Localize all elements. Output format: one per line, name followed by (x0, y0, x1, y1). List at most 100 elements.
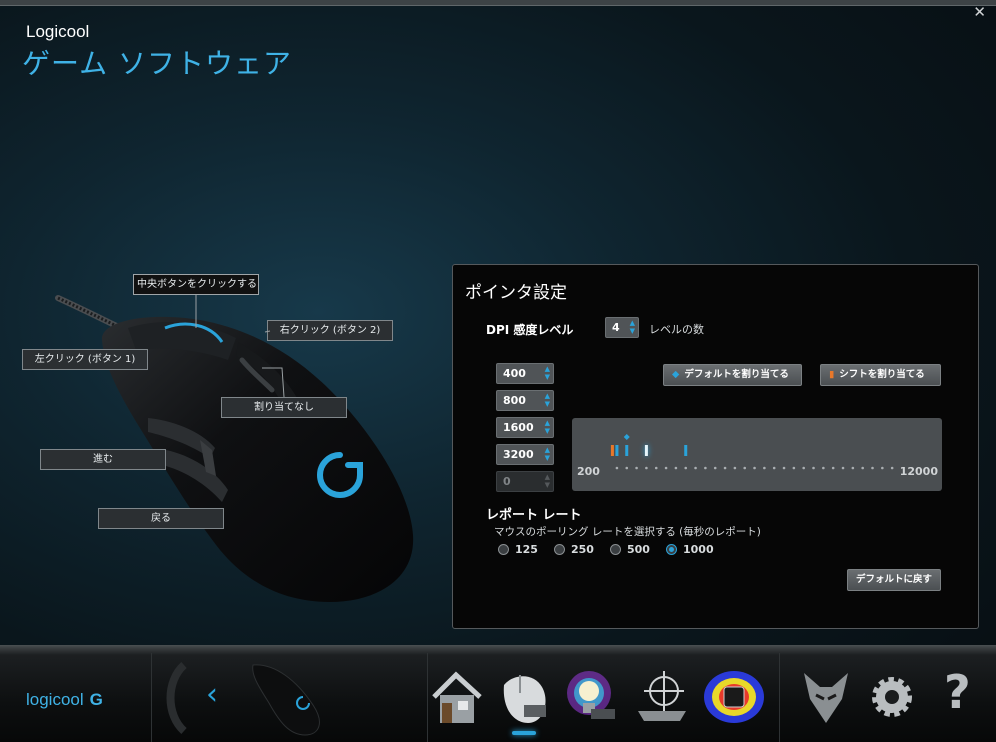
slider-tick (802, 466, 805, 470)
slider-tick (831, 466, 835, 470)
assign-default-label: デフォルトを割り当てる (684, 369, 789, 380)
slider-tick (753, 466, 756, 470)
slider-tick (861, 466, 864, 470)
slider-tick (733, 466, 737, 470)
report-rate-label: 1000 (683, 543, 714, 556)
default-dpi-marker (623, 434, 630, 440)
pointer-settings-icon[interactable] (494, 665, 554, 729)
report-rate-label: 250 (571, 543, 594, 556)
stepper-arrows-icon: ▲ ▼ (544, 419, 550, 435)
slider-tick (812, 466, 815, 470)
slider-tick (704, 466, 707, 470)
dpi-level-marker[interactable] (684, 445, 688, 456)
report-rate-option[interactable]: 125 (498, 543, 538, 556)
slider-tick (713, 466, 717, 470)
dpi-slider-track[interactable] (572, 418, 942, 491)
slider-tick (743, 466, 747, 470)
radio-icon[interactable] (610, 544, 621, 555)
shift-dpi-marker[interactable] (610, 445, 614, 456)
pointer-settings-panel: ポインタ設定 DPI 感度レベル 4 ▲ ▼ レベルの数 400 ▲ ▼ 800 ▲ ▼ 16… (452, 264, 979, 629)
panel-title: ポインタ設定 (465, 283, 567, 303)
radio-icon[interactable] (666, 544, 677, 555)
radio-icon[interactable] (498, 544, 509, 555)
dpi-level-marker[interactable] (615, 445, 619, 456)
slider-tick (664, 466, 668, 470)
radio-icon[interactable] (554, 544, 565, 555)
slider-tick (694, 466, 697, 470)
report-rate-option[interactable]: 500 (610, 543, 650, 556)
home-icon[interactable] (428, 665, 488, 729)
dpi-level-value: 400 (503, 367, 526, 380)
default-marker-icon: ◆ (672, 369, 680, 380)
slider-tick (890, 466, 894, 470)
dpi-level-stepper[interactable]: 3200 ▲ ▼ (496, 444, 554, 465)
slider-tick (841, 466, 845, 470)
stepper-arrows-icon: ▲ ▼ (544, 473, 550, 489)
stepper-arrows-icon: ▲ ▼ (544, 365, 550, 381)
report-rate-option[interactable]: 1000 (666, 543, 714, 556)
slider-tick (723, 466, 727, 470)
dpi-level-stepper[interactable]: 0 ▲ ▼ (496, 471, 554, 492)
slider-tick (674, 466, 678, 470)
active-tab-indicator (512, 731, 536, 735)
slider-tick (881, 466, 884, 470)
slider-tick (851, 466, 855, 470)
dpi-level-value: 0 (503, 475, 511, 488)
dpi-level-stepper[interactable]: 800 ▲ ▼ (496, 390, 554, 411)
dpi-level-stepper[interactable]: 1600 ▲ ▼ (496, 417, 554, 438)
dpi-level-marker[interactable] (625, 445, 629, 456)
dpi-level-value: 800 (503, 394, 526, 407)
slider-tick (654, 466, 658, 470)
slider-tick (625, 466, 629, 470)
dpi-level-marker[interactable] (644, 445, 648, 456)
brand-label: Logicool (26, 22, 90, 41)
slider-tick (684, 466, 688, 470)
dpi-sensitivity-label: DPI 感度レベル (486, 323, 574, 337)
level-count-value: 4 (612, 321, 620, 334)
help-icon[interactable]: ? (944, 665, 971, 719)
stepper-arrows-icon: ▲ ▼ (544, 392, 550, 408)
callout-lines (195, 295, 285, 398)
slider-tick (871, 466, 874, 470)
heatmap-icon[interactable] (704, 665, 764, 729)
previous-device-icon[interactable]: ‹ (206, 677, 218, 712)
slider-tick (792, 466, 796, 470)
level-count-stepper[interactable]: 4 ▲ ▼ (605, 317, 639, 338)
report-rate-label: 125 (515, 543, 538, 556)
shift-marker-icon: ▮ (829, 369, 835, 380)
report-rate-subtitle: マウスのポーリング レートを選択する (毎秒のレポート) (494, 526, 761, 538)
window-top-border (0, 0, 996, 6)
assign-shift-button[interactable]: ▮ シフトを割り当てる (820, 364, 941, 386)
device-carousel-prev-shadow (166, 662, 187, 734)
report-rate-title: レポート レート (486, 508, 582, 523)
slider-tick (645, 466, 648, 470)
slider-tick (763, 466, 766, 470)
slider-tick (782, 466, 786, 470)
logicool-logo: logicool G (26, 690, 103, 709)
report-rate-option[interactable]: 250 (554, 543, 594, 556)
slider-tick (772, 466, 776, 470)
assign-default-button[interactable]: ◆ デフォルトを割り当てる (663, 364, 802, 386)
restore-default-button[interactable]: デフォルトに戻す (847, 569, 941, 591)
close-icon[interactable]: ✕ (973, 3, 986, 21)
slider-tick (635, 466, 638, 470)
report-rate-label: 500 (627, 543, 650, 556)
settings-icon[interactable] (862, 665, 922, 729)
slider-max-label: 12000 (899, 465, 938, 478)
slider-min-label: 200 (577, 465, 600, 478)
dpi-level-value: 1600 (503, 421, 534, 434)
assign-shift-label: シフトを割り当てる (839, 369, 925, 380)
bottom-bar: logicool G ‹ ? (0, 645, 996, 742)
dpi-slider[interactable]: 200 12000 (572, 418, 942, 491)
dpi-level-stepper[interactable]: 400 ▲ ▼ (496, 363, 554, 384)
stepper-arrows-icon: ▲ ▼ (544, 446, 550, 462)
arx-icon[interactable] (796, 665, 856, 729)
lighting-icon[interactable] (561, 665, 621, 729)
dpi-level-value: 3200 (503, 448, 534, 461)
device-thumbnail[interactable] (245, 657, 325, 737)
slider-tick (822, 466, 825, 470)
level-count-label: レベルの数 (649, 323, 704, 336)
app-window: ✕ Logicool ゲーム ソフトウェア 中央ボタンをクリックする (ボタ 右… (0, 0, 996, 742)
precision-aim-icon[interactable] (632, 665, 692, 729)
slider-tick (615, 466, 619, 470)
